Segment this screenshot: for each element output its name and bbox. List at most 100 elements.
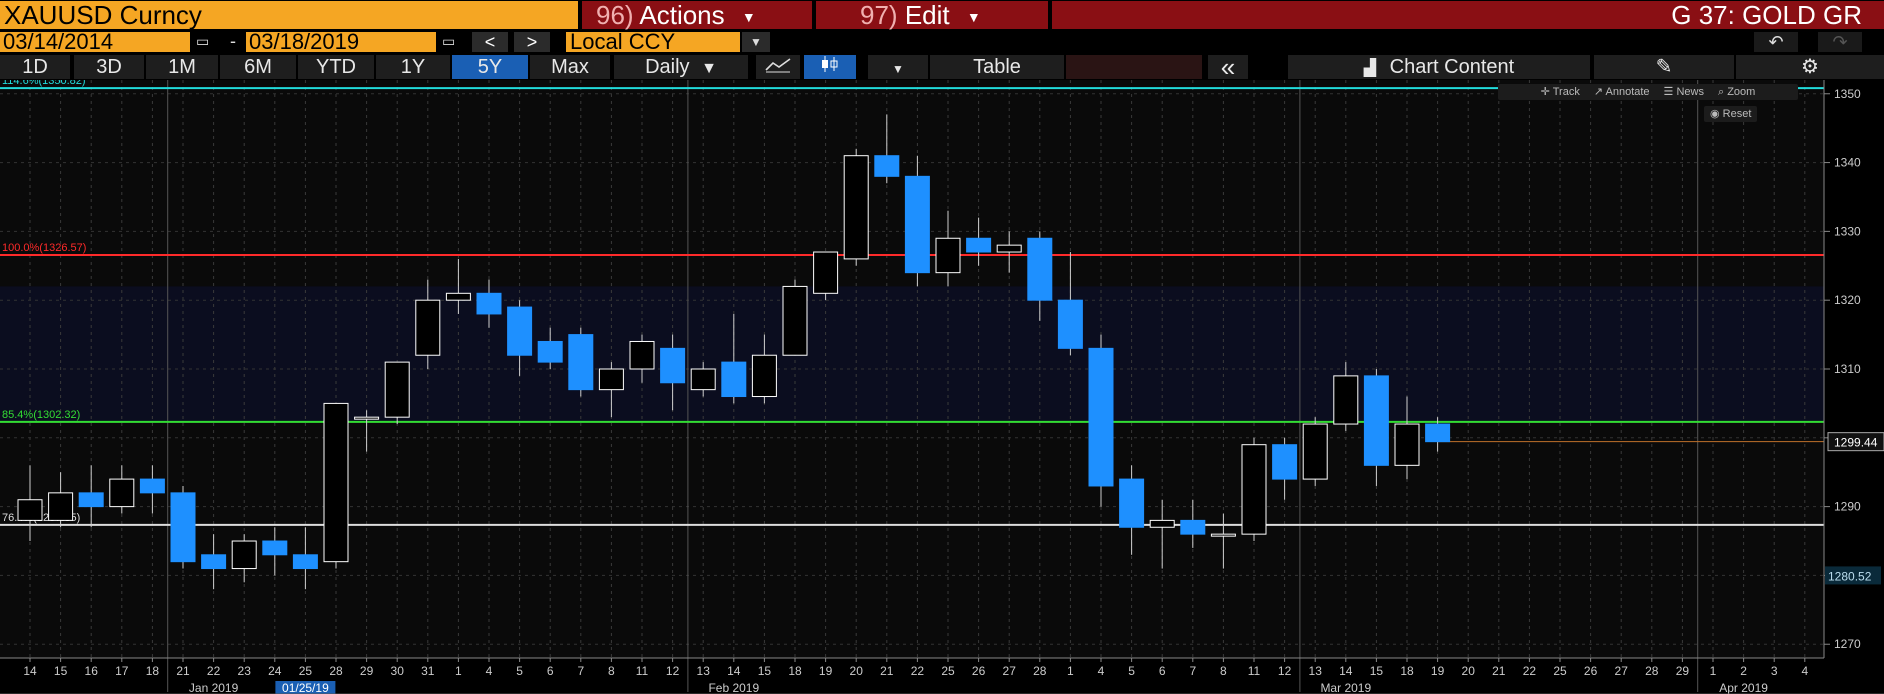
annotate-tool[interactable]: ↗ Annotate <box>1594 84 1650 100</box>
period-button-1y[interactable]: 1Y <box>376 55 450 79</box>
chart-type-dropdown[interactable]: ▼ <box>868 55 928 79</box>
candle-body <box>78 492 104 508</box>
y-tick-label: 1340 <box>1834 156 1861 170</box>
x-tick-label: 8 <box>608 664 615 678</box>
period-button-1d[interactable]: 1D <box>0 55 70 79</box>
table-button[interactable]: Table <box>930 55 1064 79</box>
x-tick-label: 14 <box>1339 664 1353 678</box>
x-tick-label: 19 <box>819 664 833 678</box>
x-tick-label: 12 <box>1278 664 1292 678</box>
candle-body <box>1057 299 1083 349</box>
x-tick-label: 2 <box>1740 664 1747 678</box>
zoom-tool[interactable]: ⌕ Zoom <box>1718 84 1755 100</box>
candle-body <box>109 478 135 508</box>
period-button-6m[interactable]: 6M <box>220 55 296 79</box>
x-tick-label: 13 <box>697 664 711 678</box>
candle-body <box>384 361 410 418</box>
period-button-3d[interactable]: 3D <box>74 55 144 79</box>
collapse-button[interactable]: « <box>1208 54 1248 80</box>
chart-content-button[interactable]: ▟ Chart Content <box>1288 55 1590 79</box>
undo-icon[interactable]: ↶ <box>1754 32 1798 52</box>
currency-select[interactable]: Local CCY <box>566 31 740 53</box>
edit-pen-icon[interactable]: ✎ <box>1594 55 1734 79</box>
reset-button[interactable]: ◉ Reset <box>1704 106 1758 122</box>
security-ticker[interactable]: XAUUSD Curncy <box>0 1 578 29</box>
period-button-1m[interactable]: 1M <box>146 55 218 79</box>
track-tool[interactable]: ✛ Track <box>1541 84 1580 100</box>
track-label: Track <box>1552 86 1580 98</box>
x-tick-label: 4 <box>1801 664 1808 678</box>
edit-menu-button[interactable]: 97) Edit ▼ <box>816 1 1048 29</box>
news-tool[interactable]: ☰ News <box>1664 84 1704 100</box>
candle-body <box>1363 375 1389 466</box>
candle-body <box>354 416 380 420</box>
dropdown-triangle-icon: ▼ <box>701 60 717 77</box>
y-tick-label: 1330 <box>1834 224 1861 238</box>
start-date-field[interactable]: 03/14/2014 <box>0 31 190 53</box>
candle-body <box>415 299 441 356</box>
x-tick-label: 16 <box>85 664 99 678</box>
candle-body <box>445 292 471 301</box>
calendar-icon[interactable]: ▭ <box>196 34 214 48</box>
title-bar: XAUUSD Curncy 96) Actions ▼ 97) Edit ▼ G… <box>0 0 1884 31</box>
next-period-button[interactable]: > <box>514 32 550 52</box>
end-date-field[interactable]: 03/18/2019 <box>246 31 436 53</box>
candlestick <box>568 327 594 397</box>
x-tick-label: 8 <box>1220 664 1227 678</box>
date-separator: - <box>230 31 236 51</box>
x-tick-label: 5 <box>516 664 523 678</box>
period-button-5y[interactable]: 5Y <box>452 55 528 79</box>
x-tick-label: 28 <box>329 664 343 678</box>
x-tick-label: 22 <box>1523 664 1537 678</box>
x-tick-label: 30 <box>391 664 405 678</box>
period-button-ytd[interactable]: YTD <box>298 55 374 79</box>
candlestick <box>1302 417 1328 486</box>
chart-content-label: Chart Content <box>1389 56 1515 78</box>
dropdown-triangle-icon: ▼ <box>892 62 904 76</box>
x-tick-label: 27 <box>1615 664 1629 678</box>
x-tick-label: 21 <box>1492 664 1506 678</box>
x-tick-label: 18 <box>1400 664 1414 678</box>
gear-icon[interactable]: ⚙ <box>1736 55 1884 79</box>
prev-period-button[interactable]: < <box>472 32 508 52</box>
y-tick-label: 1310 <box>1834 362 1861 376</box>
redo-icon[interactable]: ↷ <box>1818 32 1862 52</box>
actions-menu-button[interactable]: 96) Actions ▼ <box>582 1 812 29</box>
candlestick <box>1241 437 1267 542</box>
candle-body <box>262 540 288 556</box>
candle-body <box>1180 519 1206 535</box>
chevron-down-icon: ▼ <box>741 9 756 26</box>
x-tick-label: 19 <box>1431 664 1445 678</box>
candle-body <box>139 478 165 494</box>
x-tick-label: 21 <box>880 664 894 678</box>
period-button-max[interactable]: Max <box>530 55 610 79</box>
x-tick-label: 11 <box>1248 664 1261 678</box>
y-tick-label: 1350 <box>1834 87 1861 101</box>
candle-body <box>660 347 686 384</box>
month-label: Jan 2019 <box>189 681 239 694</box>
candlestick <box>1088 334 1114 507</box>
x-tick-label: 20 <box>1462 664 1476 678</box>
frequency-select[interactable]: Daily ▼ <box>614 55 748 79</box>
candle-body <box>874 155 900 177</box>
y-tick-label: 1290 <box>1834 500 1861 514</box>
x-tick-label: 28 <box>1645 664 1659 678</box>
x-tick-label: 13 <box>1309 664 1323 678</box>
x-tick-label: 4 <box>1098 664 1105 678</box>
candle-body <box>782 285 808 356</box>
x-tick-label: 24 <box>268 664 282 678</box>
chevron-down-icon[interactable]: ▼ <box>742 32 770 52</box>
calendar-icon[interactable]: ▭ <box>442 34 460 48</box>
line-chart-icon[interactable] <box>756 55 800 79</box>
candle-body <box>598 368 624 391</box>
x-tick-label: 25 <box>1553 664 1567 678</box>
candle-body <box>721 361 747 398</box>
chart-toolbar: 1D 3D 1M 6M YTD 1Y 5Y Max Daily ▼ ▼ Table « ▟ C… <box>0 53 1884 80</box>
y-tick-label: 1320 <box>1834 293 1861 307</box>
candle-body <box>1333 375 1359 425</box>
x-tick-label: 26 <box>1584 664 1598 678</box>
candlestick-chart-icon[interactable] <box>804 55 856 79</box>
candle-body <box>1027 237 1053 301</box>
candle-body <box>1302 423 1328 480</box>
candlestick-chart[interactable]: 114.6%(1350.82) 100.0%(1326.57) 85.4%(1302… <box>0 80 1884 694</box>
